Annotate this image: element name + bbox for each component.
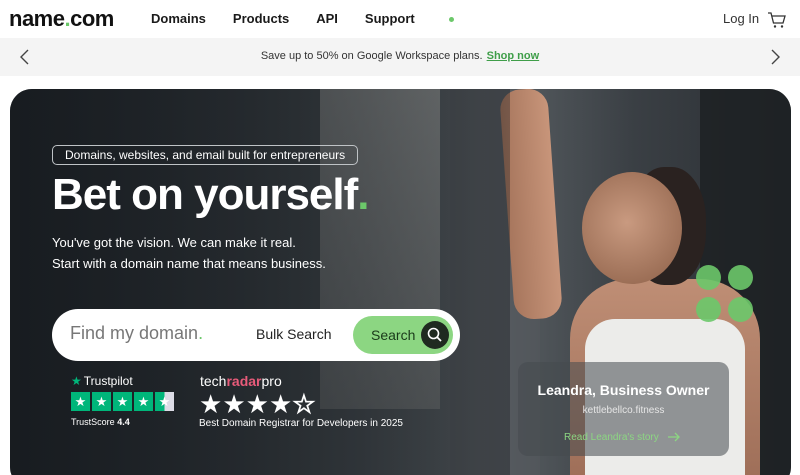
trustpilot-brand: Trustpilot — [83, 374, 133, 388]
promo-bar: Save up to 50% on Google Workspace plans… — [0, 38, 800, 76]
hero-subheading: You've got the vision. We can make it re… — [52, 232, 326, 274]
search-button[interactable]: Search — [353, 316, 453, 354]
story-customer-name: Leandra, Business Owner — [537, 382, 710, 398]
chevron-right-icon[interactable] — [768, 49, 782, 65]
techradar-brand-suffix: pro — [261, 373, 282, 389]
hero-subheading-line2: Start with a domain name that means busi… — [52, 256, 326, 271]
star-icon: ★ — [113, 392, 132, 411]
search-button-label: Search — [371, 327, 416, 343]
top-nav: name.com Domains Products API Support Lo… — [0, 0, 800, 38]
trustpilot-star-icon: ★ — [71, 374, 82, 388]
star-icon: ★ — [199, 389, 223, 419]
nav-item-api[interactable]: API — [316, 11, 338, 26]
nav-item-support[interactable]: Support — [365, 11, 454, 26]
star-icon: ★ — [134, 392, 153, 411]
customer-story-card: Leandra, Business Owner kettlebellco.fit… — [518, 362, 729, 456]
logo-suffix: com — [70, 6, 114, 31]
brand-logo[interactable]: name.com — [9, 6, 114, 32]
search-placeholder: Find my domain — [70, 323, 199, 343]
promo-message: Save up to 50% on Google Workspace plans… — [0, 50, 800, 62]
domain-search-bar: Find my domain. Bulk Search Search — [52, 309, 460, 361]
empty-star-icon: ☆ — [292, 389, 316, 420]
nav-item-products[interactable]: Products — [233, 11, 289, 26]
main-menu: Domains Products API Support — [151, 11, 481, 26]
search-icon — [421, 321, 449, 349]
domain-search-input[interactable]: Find my domain. — [70, 323, 220, 344]
support-status-dot — [448, 17, 454, 23]
nav-item-domains[interactable]: Domains — [151, 11, 206, 26]
star-icon: ★ — [222, 389, 246, 419]
cart-icon[interactable] — [767, 10, 787, 30]
read-story-link[interactable]: Read Leandra's story — [564, 432, 681, 443]
half-star-icon: ★ — [155, 392, 174, 411]
logo-text: name — [9, 6, 65, 31]
story-customer-site[interactable]: kettlebellco.fitness — [518, 405, 729, 416]
techradar-award-caption: Best Domain Registrar for Developers in … — [199, 418, 403, 429]
trustpilot-score: TrustScore 4.4 — [71, 417, 130, 427]
login-link[interactable]: Log In — [723, 11, 759, 26]
hero-subheading-line1: You've got the vision. We can make it re… — [52, 235, 296, 250]
headline-dot: . — [357, 170, 369, 219]
promo-text: Save up to 50% on Google Workspace plans… — [260, 50, 483, 62]
nav-item-support-label: Support — [364, 11, 415, 26]
star-icon: ★ — [268, 389, 293, 419]
bulk-search-button[interactable]: Bulk Search — [256, 326, 331, 342]
arrow-right-icon — [667, 432, 680, 442]
read-story-label: Read Leandra's story — [564, 432, 659, 443]
star-icon: ★ — [92, 392, 111, 411]
trustpilot-logo: ★ Trustpilot — [71, 374, 133, 388]
headline-text: Bet on yourself — [52, 170, 358, 219]
trustpilot-rating-stars: ★ ★ ★ ★ ★ — [71, 392, 174, 411]
star-icon: ★ — [245, 389, 269, 419]
techradar-rating-stars: ★★★★☆ — [199, 389, 316, 420]
search-placeholder-dot: . — [198, 323, 204, 343]
trustscore-value: 4.4 — [117, 417, 130, 427]
hero-tagline: Domains, websites, and email built for e… — [52, 145, 359, 165]
techradar-brand-mid: radar — [226, 373, 262, 389]
hero-headline: Bet on yourself. — [52, 170, 370, 220]
shop-now-link[interactable]: Shop now — [487, 50, 540, 62]
star-icon: ★ — [71, 392, 90, 411]
techradar-logo: techradarpro — [200, 373, 282, 389]
hero-photo-face — [582, 172, 682, 284]
trustscore-label: TrustScore — [71, 417, 115, 427]
techradar-brand-prefix: tech — [200, 373, 227, 389]
decorative-green-dots — [696, 265, 760, 329]
